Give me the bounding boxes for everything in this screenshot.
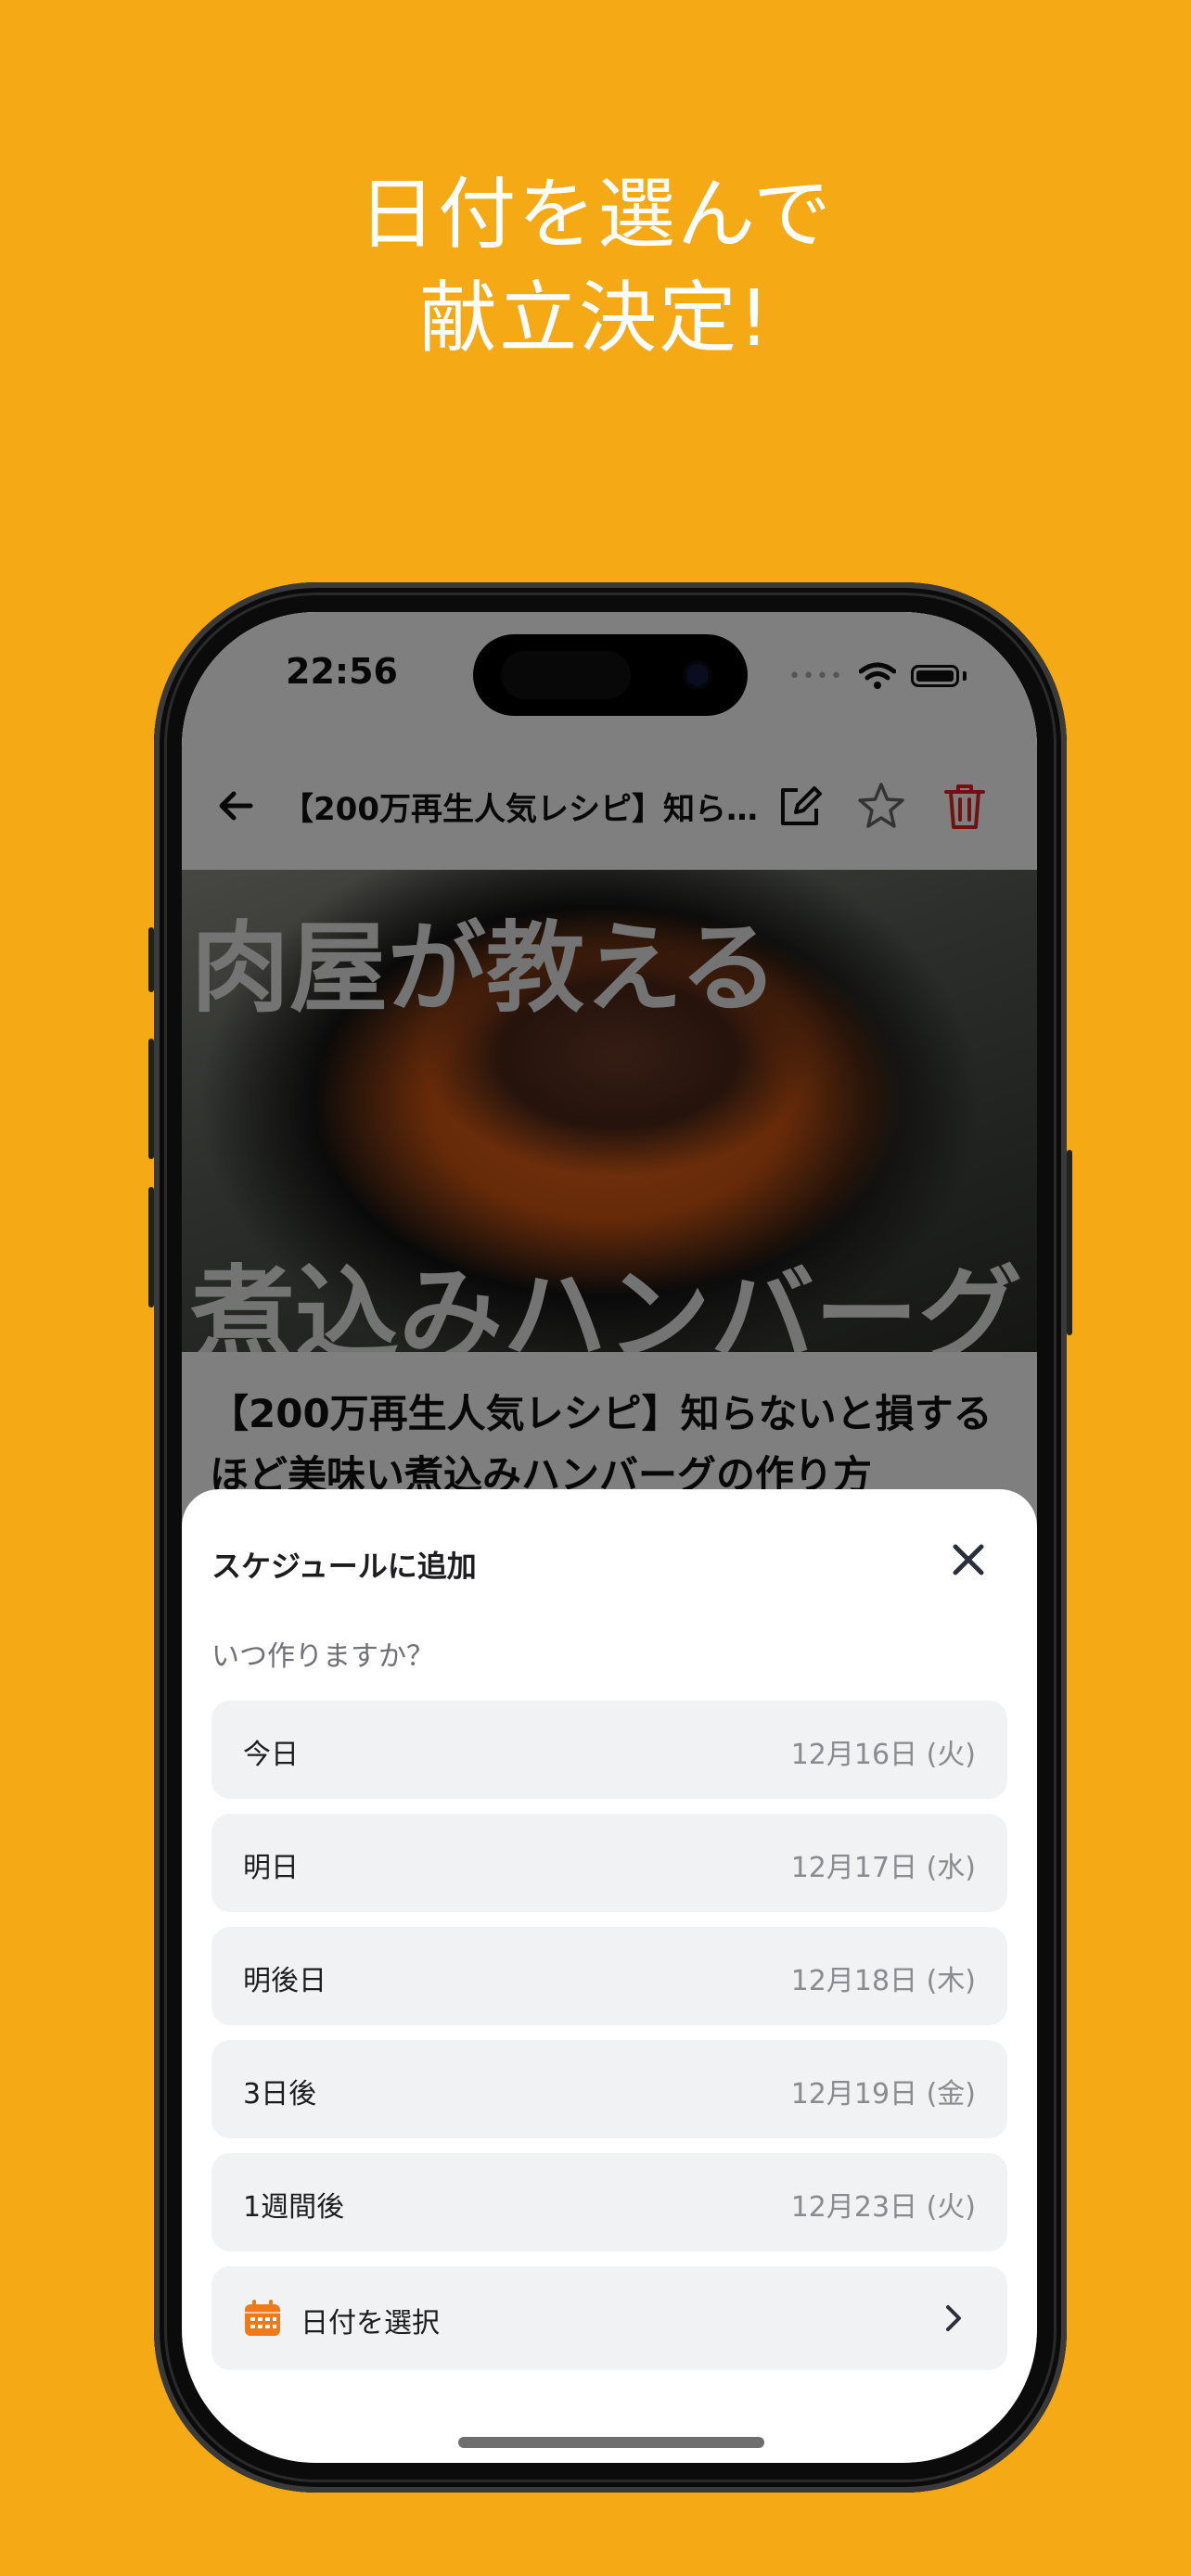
option-date: 12月17日 (水) — [790, 1852, 976, 1884]
phone-screen: 22:56 •••• 【200万再生人気レシピ】知ら… — [182, 612, 1037, 2463]
phone-volume-up — [148, 1039, 154, 1159]
close-icon[interactable] — [948, 1539, 989, 1580]
option-label: 3日後 — [243, 2078, 317, 2111]
option-in-1-week[interactable]: 1週間後 12月23日 (火) — [211, 2153, 1007, 2251]
headline-line-1: 日付を選んで — [358, 169, 833, 260]
phone-volume-down — [148, 1187, 154, 1307]
sheet-title: スケジュールに追加 — [211, 1549, 477, 1584]
pick-date-button[interactable]: 日付を選択 — [211, 2266, 1007, 2370]
option-tomorrow[interactable]: 明日 12月17日 (水) — [211, 1814, 1007, 1912]
headline-line-2: 献立決定! — [419, 273, 772, 363]
option-date: 12月23日 (火) — [790, 2191, 976, 2224]
chevron-right-icon — [946, 2305, 961, 2331]
pick-date-label: 日付を選択 — [301, 2307, 440, 2340]
option-today[interactable]: 今日 12月16日 (火) — [211, 1701, 1007, 1799]
option-label: 1週間後 — [243, 2191, 345, 2224]
phone-power-button — [1067, 1150, 1072, 1335]
option-day-after-tomorrow[interactable]: 明後日 12月18日 (木) — [211, 1927, 1007, 2025]
option-date: 12月16日 (火) — [790, 1739, 976, 1771]
home-indicator[interactable] — [458, 2437, 764, 2448]
option-in-3-days[interactable]: 3日後 12月19日 (金) — [211, 2040, 1007, 2138]
calendar-icon — [245, 2300, 280, 2336]
option-date: 12月19日 (金) — [790, 2078, 976, 2111]
phone-side-button — [148, 927, 154, 992]
sheet-question: いつ作りますか？ — [211, 1640, 434, 1673]
promo-headline: 日付を選んで 献立決定! — [0, 162, 1191, 370]
option-label: 明後日 — [243, 1965, 327, 1997]
schedule-bottom-sheet: スケジュールに追加 いつ作りますか？ 今日 12月16日 (火) 明日 12月1… — [182, 1489, 1037, 2463]
option-label: 今日 — [243, 1739, 299, 1771]
option-date: 12月18日 (木) — [790, 1965, 976, 1997]
option-label: 明日 — [243, 1852, 299, 1884]
